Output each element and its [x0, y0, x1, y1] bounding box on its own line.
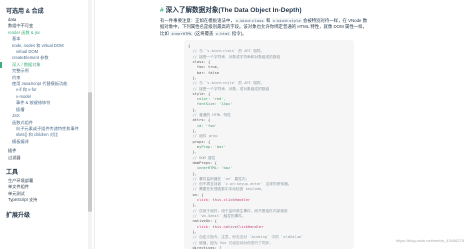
paragraph-text: 指令)。: [230, 30, 247, 36]
section-heading: # 深入了解数据对象(The Data Object In-Depth): [160, 4, 370, 14]
sidebar-content: 可选用 & 合成 data 数组中不可变 render 函数 & jsx 基本 node,…: [0, 3, 94, 221]
paragraph-text: 有一件事要注意：正如在模板语法中，: [160, 18, 235, 23]
intro-paragraph: 有一件事要注意：正如在模板语法中，v-bind:class 和 v-bind:s…: [160, 18, 370, 37]
inline-code: v-bind:class: [234, 18, 265, 23]
watermark-text: https://blog.csdn.net/weixin_43456275: [396, 238, 465, 243]
sidebar-section: 工具 生产环境部署 单文件组件 单元测试 TypeScript 支持: [0, 164, 94, 204]
inline-code: v-bind:style: [271, 18, 302, 23]
sidebar: 可选用 & 合成 data 数组中不可变 render 函数 & jsx 基本 node,…: [0, 0, 95, 249]
sidebar-link[interactable]: TypeScript 支持: [0, 197, 94, 203]
heading-text: 深入了解数据对象(The Data Object In-Depth): [165, 7, 302, 14]
sidebar-section-title[interactable]: 工具: [0, 164, 94, 178]
sidebar-section: 扩展升级: [0, 207, 94, 221]
paragraph-text: (这将覆盖: [193, 30, 215, 36]
inline-code: innerHTML: [170, 30, 194, 36]
inline-code: v-html: [214, 30, 231, 36]
code-block: { // 与 `v-bind:class` 的 API 相同， // 接受一个字…: [184, 40, 354, 249]
sidebar-link[interactable]: 过滤器: [0, 155, 94, 161]
sidebar-section: 可选用 & 合成 data 数组中不可变 render 函数 & jsx 基本 node,…: [0, 3, 94, 145]
sidebar-scrollbar[interactable]: [88, 0, 92, 249]
sidebar-scrollbar-thumb[interactable]: [88, 92, 92, 212]
sidebar-section-title[interactable]: 扩展升级: [0, 207, 94, 221]
sidebar-section: 插件 过滤器: [0, 148, 94, 161]
sidebar-section-title[interactable]: 可选用 & 合成: [0, 3, 94, 17]
paragraph-text: 和: [264, 18, 272, 23]
heading-anchor-link[interactable]: #: [160, 7, 164, 14]
sidebar-link[interactable]: 模板编译: [0, 139, 94, 145]
